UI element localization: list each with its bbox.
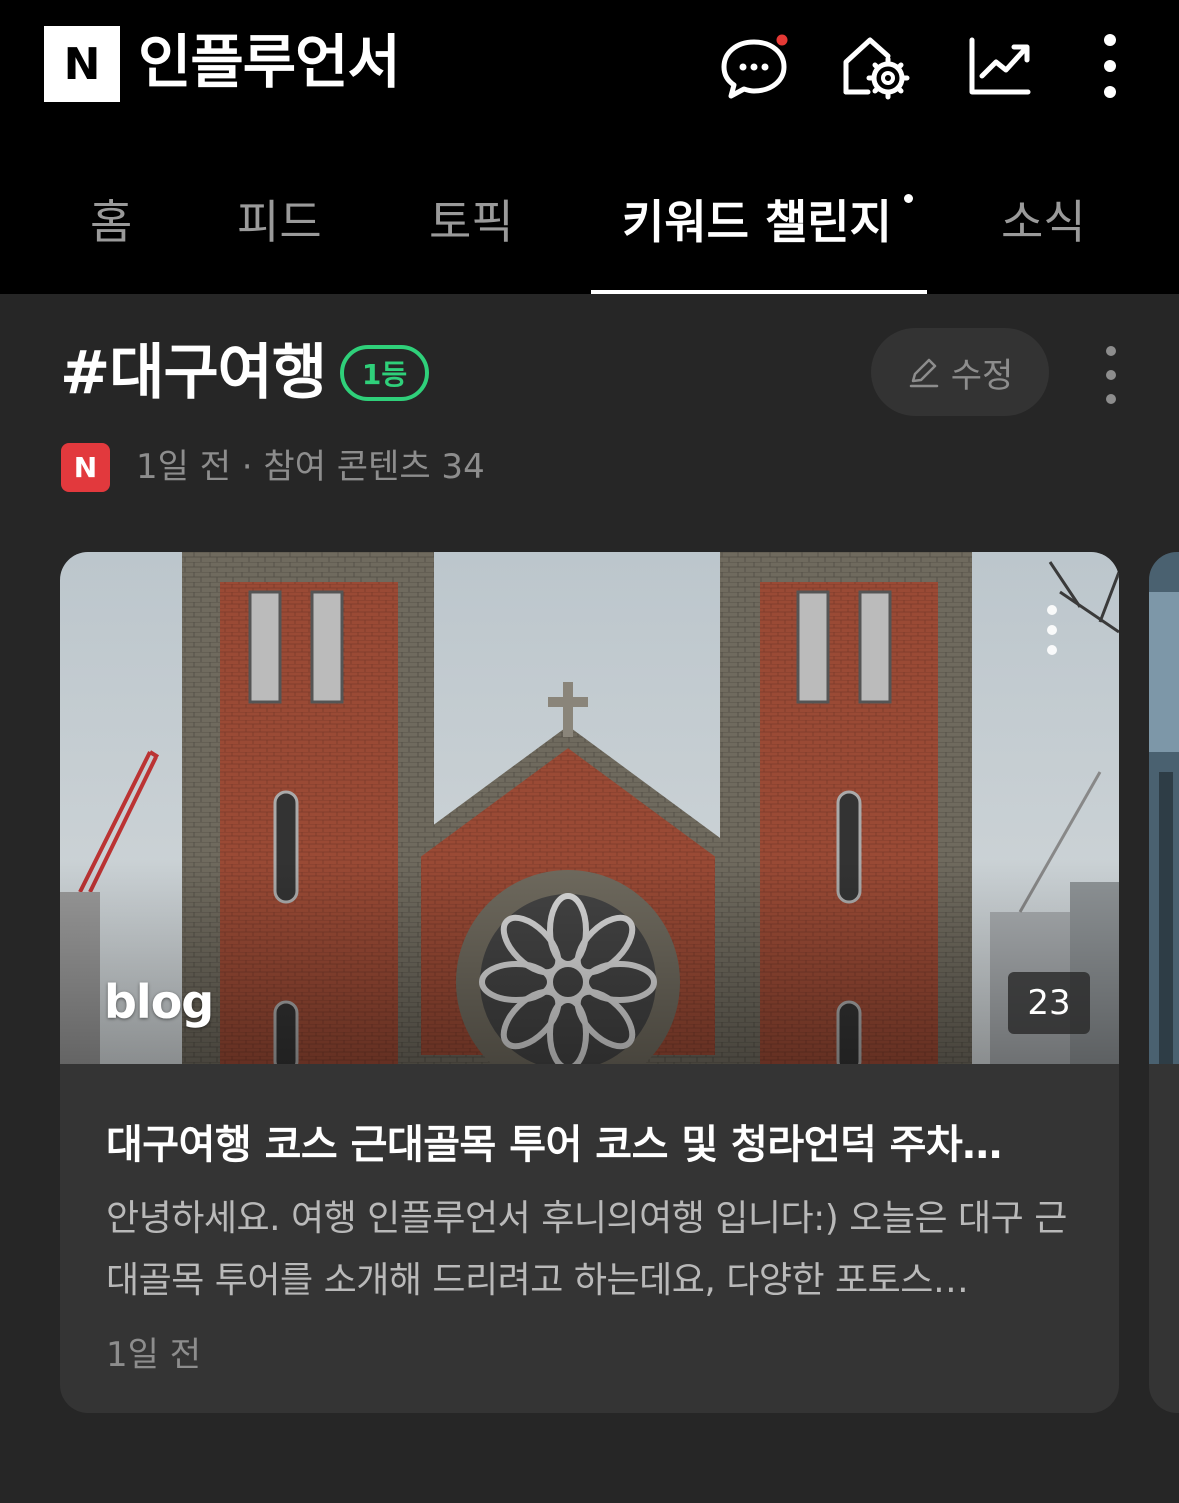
tab-topic[interactable]: 토픽	[429, 192, 514, 252]
stats-chart-icon[interactable]	[962, 30, 1038, 106]
tab-bar: 홈 피드 토픽 키워드 챌린지 소식	[0, 170, 1179, 294]
chat-icon[interactable]	[716, 30, 792, 106]
card-description[interactable]: 안녕하세요. 여행 인플루언서 후니의여행 입니다:) 오늘은 대구 근대골목 …	[106, 1188, 1086, 1312]
card-more-icon[interactable]	[1042, 602, 1062, 662]
keyword-hashtag: #대구여행	[60, 338, 327, 408]
naver-source-logo: N	[61, 443, 110, 492]
home-settings-icon[interactable]	[838, 30, 914, 106]
keyword-meta: 1일 전 · 참여 콘텐츠 34	[136, 447, 485, 487]
next-card-photo	[1149, 552, 1179, 1064]
notification-dot	[776, 34, 788, 46]
active-tab-indicator	[591, 290, 927, 294]
card-title[interactable]: 대구여행 코스 근대골목 투어 코스 및 청라언덕 주차…	[106, 1118, 1076, 1172]
naver-logo[interactable]: N	[44, 26, 120, 102]
top-bar: N 인플루언서 홈 피드 토픽 키워드 챌린지 소식	[0, 0, 1179, 294]
tab-keyword-challenge[interactable]: 키워드 챌린지	[622, 192, 892, 252]
tab-feed[interactable]: 피드	[237, 192, 322, 252]
pencil-icon	[909, 358, 938, 388]
app-title[interactable]: 인플루언서	[138, 28, 401, 96]
cathedral-photo[interactable]	[60, 552, 1119, 1064]
edit-button[interactable]: 수정	[871, 328, 1049, 416]
tab-news[interactable]: 소식	[1001, 192, 1086, 252]
keyword-more-icon[interactable]	[1094, 345, 1128, 405]
blog-source-label: blog	[104, 975, 214, 1029]
edit-button-label: 수정	[950, 355, 1014, 396]
more-vertical-icon[interactable]	[1072, 30, 1148, 106]
image-count-badge: 23	[1008, 972, 1090, 1034]
rank-badge: 1등	[340, 345, 429, 401]
new-indicator-dot	[904, 194, 913, 203]
next-content-card-peek[interactable]	[1149, 552, 1179, 1413]
tab-home[interactable]: 홈	[90, 192, 132, 252]
card-time: 1일 전	[106, 1335, 201, 1375]
content-card[interactable]: blog 23 대구여행 코스 근대골목 투어 코스 및 청라언덕 주차… 안녕…	[60, 552, 1119, 1413]
